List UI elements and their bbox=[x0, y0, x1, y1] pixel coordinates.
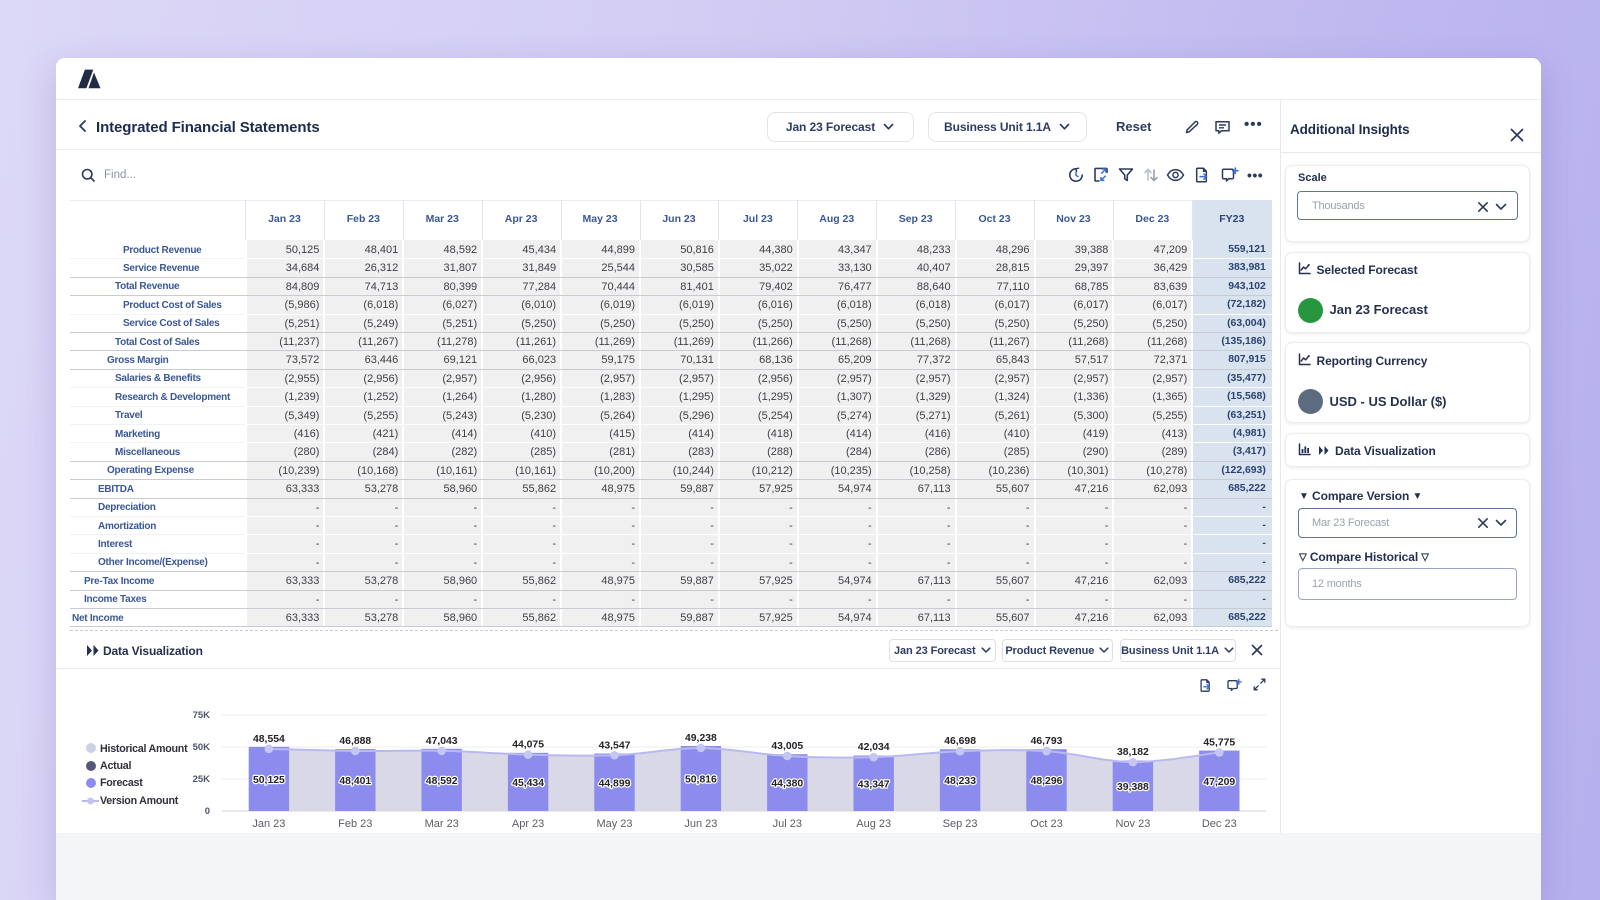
svg-text:48,592: 48,592 bbox=[426, 776, 458, 787]
svg-text:38,182: 38,182 bbox=[1117, 747, 1149, 758]
svg-text:46,698: 46,698 bbox=[944, 736, 976, 747]
svg-text:Dec 23: Dec 23 bbox=[1202, 818, 1237, 830]
svg-text:Feb 23: Feb 23 bbox=[338, 818, 372, 830]
svg-text:Aug 23: Aug 23 bbox=[856, 818, 891, 830]
svg-text:May 23: May 23 bbox=[596, 818, 632, 830]
svg-text:Nov 23: Nov 23 bbox=[1115, 818, 1150, 830]
svg-text:44,899: 44,899 bbox=[599, 778, 631, 789]
svg-text:44,380: 44,380 bbox=[771, 779, 803, 790]
svg-text:43,005: 43,005 bbox=[771, 741, 803, 752]
svg-text:39,388: 39,388 bbox=[1117, 782, 1149, 793]
svg-text:46,793: 46,793 bbox=[1031, 736, 1063, 747]
svg-text:Jul 23: Jul 23 bbox=[773, 818, 802, 830]
svg-text:50,816: 50,816 bbox=[685, 775, 717, 786]
svg-text:43,347: 43,347 bbox=[858, 779, 890, 790]
svg-text:47,043: 47,043 bbox=[426, 736, 458, 747]
svg-text:Oct 23: Oct 23 bbox=[1030, 818, 1062, 830]
svg-text:48,296: 48,296 bbox=[1031, 776, 1063, 787]
svg-text:Sep 23: Sep 23 bbox=[943, 818, 978, 830]
svg-text:43,547: 43,547 bbox=[599, 740, 631, 751]
svg-text:Mar 23: Mar 23 bbox=[425, 818, 459, 830]
svg-text:47,209: 47,209 bbox=[1203, 777, 1235, 788]
svg-text:48,401: 48,401 bbox=[339, 776, 371, 787]
svg-text:42,034: 42,034 bbox=[858, 742, 890, 753]
svg-text:Apr 23: Apr 23 bbox=[512, 818, 544, 830]
svg-text:50,125: 50,125 bbox=[253, 775, 285, 786]
svg-text:45,434: 45,434 bbox=[512, 778, 544, 789]
svg-text:44,075: 44,075 bbox=[512, 740, 544, 751]
svg-text:45,775: 45,775 bbox=[1203, 737, 1235, 748]
svg-text:49,238: 49,238 bbox=[685, 733, 717, 744]
svg-text:Jun 23: Jun 23 bbox=[684, 818, 717, 830]
svg-text:48,554: 48,554 bbox=[253, 734, 285, 745]
svg-text:46,888: 46,888 bbox=[339, 736, 371, 747]
svg-text:Jan 23: Jan 23 bbox=[252, 818, 285, 830]
svg-text:48,233: 48,233 bbox=[944, 776, 976, 787]
